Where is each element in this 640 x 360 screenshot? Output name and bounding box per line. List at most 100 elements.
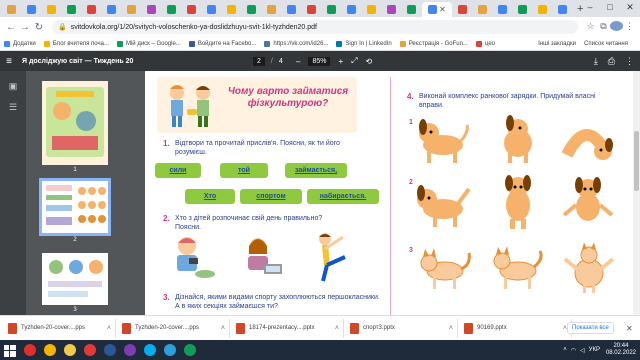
volume-icon[interactable]: ◁ (580, 347, 585, 354)
chevron-up-icon[interactable]: ˄ (335, 325, 339, 332)
browser-tab[interactable] (62, 2, 81, 17)
question-4-text: Виконай комплекс ранкової зарядки. Приду… (419, 93, 596, 109)
browser-tab[interactable] (82, 2, 101, 17)
yandex-icon[interactable] (80, 340, 100, 360)
page-total: 4 (278, 57, 283, 65)
zoom-value-input[interactable]: 85% (308, 56, 331, 66)
chrome-icon[interactable] (40, 340, 60, 360)
browser-tab[interactable] (102, 2, 121, 17)
browser-tab[interactable] (553, 2, 572, 17)
network-icon[interactable]: ◠ (571, 347, 576, 354)
bookmark-item[interactable]: https://vk.com/id26... (264, 40, 328, 47)
tab-close-icon[interactable]: ✕ (439, 5, 446, 14)
bookmark-item[interactable]: цео (475, 40, 495, 47)
browser-tab[interactable] (122, 2, 141, 17)
download-item[interactable]: спорт3.pptx ˄ (346, 318, 458, 338)
bookmark-item[interactable]: Войдите на Facebo... (188, 40, 256, 47)
browser-tab[interactable]: ✕ (422, 2, 452, 17)
skype-icon[interactable] (140, 340, 160, 360)
thumbnail-page-1[interactable] (42, 81, 108, 165)
outline-icon[interactable]: ☰ (0, 102, 26, 113)
pdf-menu-icon[interactable]: ≡ (0, 56, 18, 67)
browser-tab[interactable] (182, 2, 201, 17)
browser-tab[interactable] (473, 2, 492, 17)
download-item[interactable]: 18174-prezentacy....pptx ˄ (232, 318, 344, 338)
url-input[interactable]: 🔒 svitdovkola.org/1/20/svitych-voloschen… (52, 20, 578, 34)
extensions-icon[interactable]: ⧉ (597, 21, 610, 33)
bookmark-folder[interactable]: Список читання (584, 41, 628, 47)
browser-tab[interactable] (262, 2, 281, 17)
back-icon[interactable]: ← (4, 22, 18, 33)
browser-tab[interactable] (2, 2, 21, 17)
browser-tab[interactable] (142, 2, 161, 17)
browser-tab[interactable] (242, 2, 261, 17)
chevron-up-icon[interactable]: ˄ (563, 347, 567, 353)
chrome2-icon[interactable] (180, 340, 200, 360)
download-item[interactable]: Tyzhden-20-cover....pps ˄ (4, 318, 116, 338)
more-icon[interactable]: ⋮ (625, 56, 634, 67)
profile-icon[interactable] (610, 21, 623, 33)
browser-tab[interactable] (202, 2, 221, 17)
download-icon[interactable]: ⤓ (594, 56, 598, 67)
browser-tab[interactable] (402, 2, 421, 17)
bookmark-item[interactable]: Sign In | LinkedIn (336, 40, 392, 47)
browser-tab[interactable] (302, 2, 321, 17)
download-item[interactable]: 90169.pptx ˄ (460, 318, 572, 338)
browser-tab[interactable] (533, 2, 552, 17)
browser-tab[interactable] (382, 2, 401, 17)
fit-page-icon[interactable]: ⤢ (351, 56, 357, 66)
browser-tab[interactable] (513, 2, 532, 17)
star-icon[interactable]: ☆ (584, 21, 597, 33)
zoom-out-icon[interactable]: – (296, 57, 300, 66)
browser-tab[interactable] (282, 2, 301, 17)
viber-icon[interactable] (120, 340, 140, 360)
close-window-icon[interactable]: ✕ (620, 0, 640, 14)
browser-tab[interactable] (342, 2, 361, 17)
tab-favicon-icon (518, 5, 527, 14)
scrollbar-thumb[interactable] (634, 131, 639, 191)
telegram-icon[interactable] (160, 340, 180, 360)
bookmark-item[interactable]: Реєстрація - GoFun... (399, 40, 468, 47)
bookmark-item[interactable]: Додатки (4, 40, 36, 47)
forward-icon[interactable]: → (18, 22, 32, 33)
start-icon[interactable] (0, 340, 20, 360)
close-downloads-icon[interactable]: ✕ (626, 324, 633, 333)
rotate-icon[interactable]: ⟲ (366, 57, 373, 66)
browser-tab[interactable] (362, 2, 381, 17)
browser-tab[interactable] (493, 2, 512, 17)
bookmark-label: Блог вчителя поча... (52, 40, 109, 47)
tab-favicon-icon (407, 5, 416, 14)
reload-icon[interactable]: ↻ (32, 22, 46, 33)
browser-tab[interactable] (222, 2, 241, 17)
minimize-icon[interactable]: – (580, 0, 600, 14)
browser-tab[interactable] (162, 2, 181, 17)
print-icon[interactable]: ⎙ (608, 56, 615, 67)
chevron-up-icon[interactable]: ˄ (449, 325, 453, 332)
browser-tab[interactable] (453, 2, 472, 17)
maximize-icon[interactable]: □ (600, 0, 620, 14)
chevron-up-icon[interactable]: ˄ (107, 325, 111, 332)
zoom-in-icon[interactable]: + (338, 57, 343, 66)
tab-favicon-icon (347, 5, 356, 14)
bookmark-item[interactable]: Блог вчителя поча... (43, 40, 109, 47)
language-indicator[interactable]: УКР (589, 347, 600, 353)
page-current-input[interactable]: 2 (253, 56, 265, 66)
bookmark-item[interactable]: Мій диск – Google... (116, 40, 181, 47)
explorer-icon[interactable] (60, 340, 80, 360)
opera-icon[interactable] (20, 340, 40, 360)
browser-tab[interactable] (322, 2, 341, 17)
menu-icon[interactable]: ⋮ (623, 21, 636, 33)
download-item[interactable]: Tyzhden-20-cover....pps ˄ (118, 318, 230, 338)
word-icon[interactable] (100, 340, 120, 360)
thumbnails-icon[interactable]: ▣ (0, 81, 26, 92)
pdf-scrollbar[interactable] (633, 71, 640, 315)
clock[interactable]: 20:44 08.02.2022 (606, 343, 636, 357)
bookmark-folder[interactable]: Інші закладки (538, 41, 576, 47)
show-all-button[interactable]: Показати все (567, 322, 614, 334)
browser-tab[interactable] (42, 2, 61, 17)
thumbnail-page-3[interactable] (42, 253, 108, 305)
browser-tab[interactable] (22, 2, 41, 17)
pdf-viewport[interactable]: Чому варто займатися фізкультурою? 1. Ві… (145, 71, 640, 315)
thumbnail-page-2[interactable] (39, 178, 111, 236)
chevron-up-icon[interactable]: ˄ (221, 325, 225, 332)
